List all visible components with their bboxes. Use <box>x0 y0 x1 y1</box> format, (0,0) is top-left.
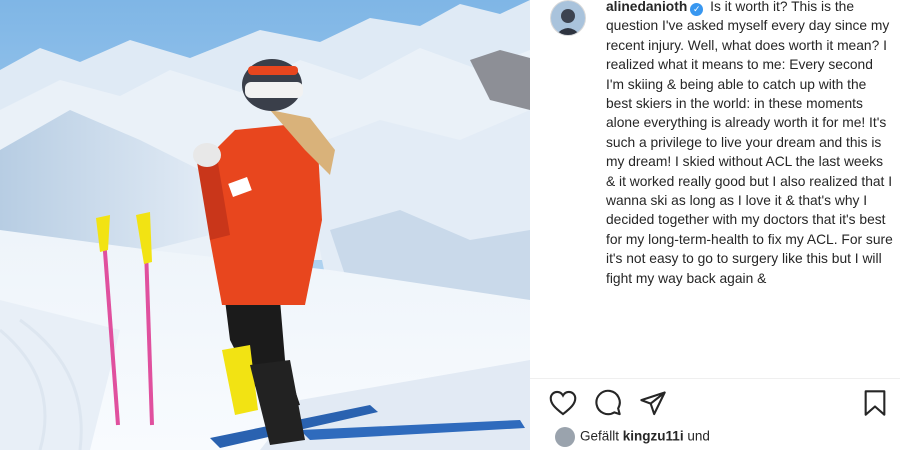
likes-line: Gefällt kingzu11i und <box>555 427 885 447</box>
comment-icon[interactable] <box>593 388 623 418</box>
author-avatar[interactable] <box>550 0 586 36</box>
caption-text: Is it worth it? This is the question I'v… <box>606 0 893 286</box>
post-actions <box>530 388 900 422</box>
liker-username[interactable]: kingzu11i <box>623 429 684 444</box>
paper-plane-icon[interactable] <box>638 388 668 418</box>
caption-fade <box>590 360 900 378</box>
bookmark-icon[interactable] <box>860 388 890 418</box>
actions-divider <box>530 378 900 379</box>
post-sidebar: alinedanioth ✓ Is it worth it? This is th… <box>530 0 900 450</box>
heart-icon[interactable] <box>548 388 578 418</box>
verified-badge-icon: ✓ <box>690 3 704 16</box>
likes-prefix: Gefällt <box>580 428 620 444</box>
author-username[interactable]: alinedanioth <box>606 0 687 14</box>
liker-avatar[interactable] <box>555 427 575 447</box>
likes-suffix: und <box>687 428 710 444</box>
post-photo[interactable] <box>0 0 530 450</box>
post-caption: alinedanioth ✓ Is it worth it? This is th… <box>606 0 894 288</box>
